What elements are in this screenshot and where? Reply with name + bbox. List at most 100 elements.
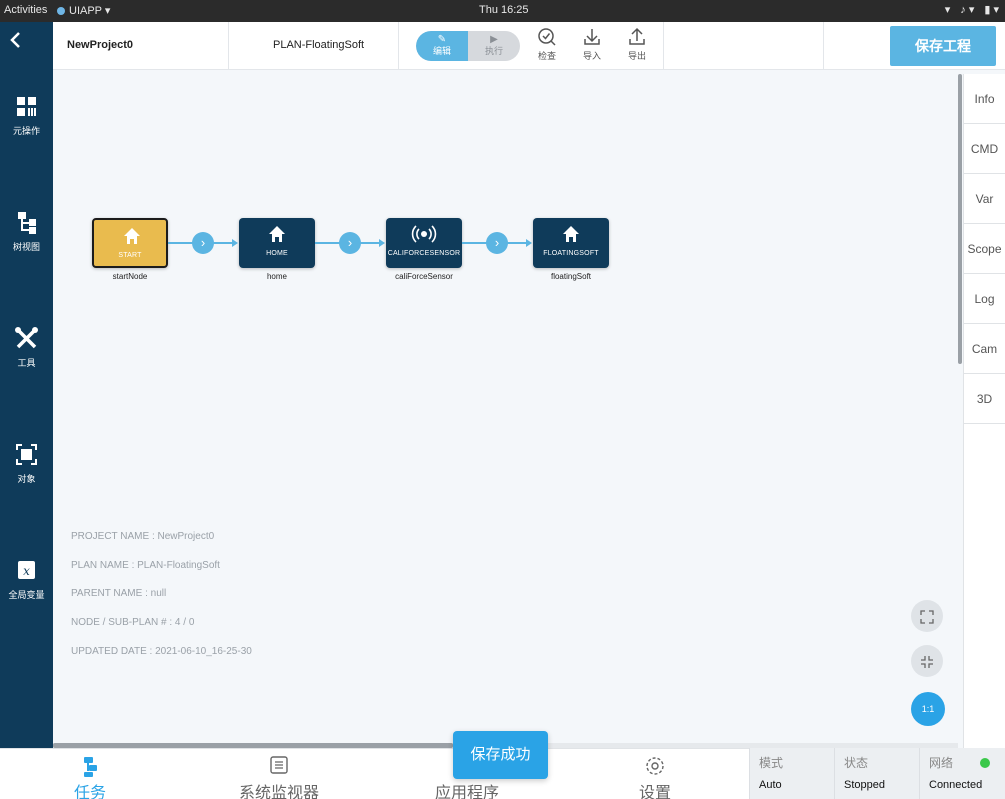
- fit-view-button[interactable]: [911, 600, 943, 632]
- info-updated-date: UPDATED DATE : 2021-06-10_16-25-30: [71, 646, 252, 657]
- chevron-left-icon: [10, 32, 20, 48]
- tab-cmd[interactable]: CMD: [964, 124, 1005, 174]
- status-network-value: Connected: [929, 779, 983, 791]
- inspect-button[interactable]: 检查: [529, 27, 565, 62]
- bottom-tab-label: 系统监视器: [238, 785, 319, 799]
- system-top-bar: Activities UIAPP ▾ Thu 16:25 ▾ ♪ ▾ ▮ ▾: [0, 0, 1005, 22]
- tab-info[interactable]: Info: [964, 74, 1005, 124]
- node-label: startNode: [112, 272, 148, 281]
- node-title: FLOATINGSOFT: [543, 250, 599, 257]
- inspect-label: 检查: [537, 51, 556, 61]
- home-icon: [269, 226, 285, 242]
- import-icon: [584, 29, 600, 45]
- export-button[interactable]: 导出: [619, 27, 655, 62]
- sensor-icon: [411, 225, 437, 243]
- status-state: 状态 Stopped: [834, 748, 919, 799]
- sidebar-item-label: 树视图: [12, 242, 40, 252]
- run-mode-label: 执行: [484, 46, 503, 56]
- flow-arrow: [379, 239, 385, 247]
- import-label: 导入: [582, 51, 601, 61]
- tab-3d[interactable]: 3D: [964, 374, 1005, 424]
- system-tray[interactable]: ▾ ♪ ▾ ▮ ▾: [945, 3, 999, 16]
- compress-icon: [921, 655, 933, 668]
- project-name[interactable]: NewProject0: [67, 39, 133, 51]
- save-success-toast: 保存成功: [453, 731, 548, 779]
- insert-node-button[interactable]: ›: [192, 232, 214, 254]
- export-label: 导出: [627, 51, 646, 61]
- sidebar-item-label: 对象: [17, 474, 36, 484]
- flow-node-start[interactable]: START: [92, 218, 168, 268]
- sidebar-item-global-variable[interactable]: x 全局变量: [0, 558, 53, 601]
- app-menu-label: UIAPP ▾: [69, 5, 111, 17]
- back-button[interactable]: [0, 22, 53, 70]
- node-title: CALIFORCESENSOR: [387, 250, 461, 257]
- sidebar-item-meta-operation[interactable]: 元操作: [0, 94, 53, 137]
- insert-node-button[interactable]: ›: [339, 232, 361, 254]
- tray-menu-2[interactable]: ♪ ▾: [960, 3, 974, 16]
- tray-menu-1[interactable]: ▾: [945, 3, 951, 16]
- tab-log[interactable]: Log: [964, 274, 1005, 324]
- run-mode-button[interactable]: ▶ 执行: [468, 31, 520, 61]
- left-sidebar: 元操作 树视图 工具 对象 x 全局变量: [0, 22, 53, 748]
- monitor-icon: [270, 756, 288, 774]
- right-panel: Info CMD Var Scope Log Cam 3D: [963, 74, 1005, 748]
- status-state-key: 状态: [844, 756, 869, 770]
- tab-cam[interactable]: Cam: [964, 324, 1005, 374]
- header-divider: [823, 22, 824, 70]
- shrink-view-button[interactable]: [911, 645, 943, 677]
- meta-operation-icon: [17, 97, 36, 116]
- insert-node-button[interactable]: ›: [486, 232, 508, 254]
- bottom-tab-settings[interactable]: 设置: [585, 749, 725, 799]
- status-mode-key: 模式: [759, 756, 784, 770]
- tools-icon: [15, 327, 38, 349]
- activities-button[interactable]: Activities: [4, 4, 47, 16]
- header-divider: [663, 22, 664, 70]
- node-label: caliForceSensor: [395, 272, 453, 281]
- node-label: floatingSoft: [550, 272, 592, 281]
- task-icon: [84, 757, 97, 777]
- node-label: home: [266, 272, 287, 281]
- bottom-tab-label: 任务: [73, 785, 106, 799]
- app-menu[interactable]: UIAPP ▾: [57, 4, 110, 17]
- save-project-button[interactable]: 保存工程: [890, 26, 996, 66]
- flow-arrow: [526, 239, 532, 247]
- sidebar-item-label: 元操作: [12, 126, 40, 136]
- vertical-scrollbar[interactable]: [958, 74, 962, 364]
- sidebar-item-tools[interactable]: 工具: [0, 326, 53, 369]
- expand-icon: [920, 609, 934, 624]
- import-button[interactable]: 导入: [574, 27, 610, 62]
- reset-zoom-button[interactable]: 1:1: [911, 692, 945, 726]
- app-root: Activities UIAPP ▾ Thu 16:25 ▾ ♪ ▾ ▮ ▾ 元…: [0, 0, 1005, 799]
- sidebar-item-tree-view[interactable]: 树视图: [0, 210, 53, 253]
- bottom-tab-label: 应用程序: [434, 785, 499, 799]
- tray-menu-3[interactable]: ▮ ▾: [984, 3, 999, 16]
- node-title: START: [118, 252, 142, 259]
- connected-indicator-icon: [980, 758, 990, 768]
- info-parent-name: PARENT NAME : null: [71, 588, 167, 599]
- sidebar-item-label: 全局变量: [8, 590, 45, 600]
- play-icon: ▶: [490, 34, 498, 45]
- sidebar-item-object[interactable]: 对象: [0, 442, 53, 485]
- mode-toggle[interactable]: ✎ 编辑 ▶ 执行: [416, 31, 520, 61]
- bottom-tab-task[interactable]: 任务: [20, 749, 160, 799]
- plan-name[interactable]: PLAN-FloatingSoft: [273, 39, 364, 51]
- svg-text:x: x: [23, 564, 30, 578]
- status-network-key: 网络: [929, 756, 954, 770]
- tab-var[interactable]: Var: [964, 174, 1005, 224]
- flow-arrow: [232, 239, 238, 247]
- global-variable-icon: x: [18, 561, 35, 579]
- edit-mode-label: 编辑: [432, 46, 451, 56]
- status-state-value: Stopped: [844, 779, 885, 791]
- status-mode-value: Auto: [759, 779, 782, 791]
- home-icon: [124, 228, 140, 244]
- flow-node-califorcesensor[interactable]: CALIFORCESENSOR: [386, 218, 462, 268]
- bottom-tab-system-monitor[interactable]: 系统监视器: [209, 749, 349, 799]
- flow-canvas[interactable]: [53, 70, 958, 746]
- clock[interactable]: Thu 16:25: [479, 4, 529, 16]
- flow-node-home[interactable]: HOME: [239, 218, 315, 268]
- home-icon: [563, 226, 579, 242]
- pencil-icon: ✎: [437, 34, 447, 45]
- edit-mode-button[interactable]: ✎ 编辑: [416, 31, 468, 61]
- tab-scope[interactable]: Scope: [964, 224, 1005, 274]
- flow-node-floatingsoft[interactable]: FLOATINGSOFT: [533, 218, 609, 268]
